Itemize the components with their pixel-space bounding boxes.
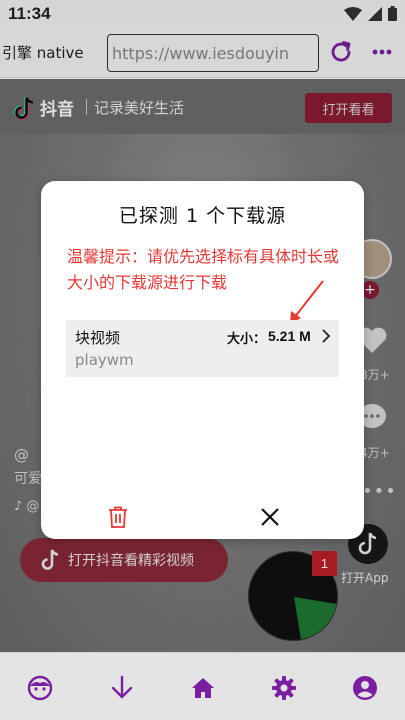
home-icon[interactable] bbox=[190, 675, 216, 701]
account-icon[interactable] bbox=[352, 675, 378, 701]
download-source-dialog: 已探测 1 个下载源 温馨提示：请优先选择标有具体时长或大小的下载源进行下载 块… bbox=[41, 181, 364, 539]
download-source-item[interactable]: 块视频 大小： 5.21 M playwm bbox=[66, 320, 339, 377]
close-icon[interactable] bbox=[260, 507, 280, 527]
face-icon[interactable] bbox=[27, 675, 53, 701]
download-icon[interactable] bbox=[109, 675, 135, 701]
bottom-nav bbox=[0, 652, 405, 720]
chevron-right-icon bbox=[322, 329, 331, 343]
source-type: 块视频 bbox=[75, 329, 121, 347]
source-size-label: 大小： bbox=[227, 332, 267, 347]
settings-icon[interactable] bbox=[271, 675, 297, 701]
source-size-value: 5.21 M bbox=[268, 328, 311, 344]
source-name: playwm bbox=[75, 351, 134, 369]
dialog-title: 已探测 1 个下载源 bbox=[118, 205, 287, 227]
trash-icon[interactable] bbox=[108, 506, 128, 528]
